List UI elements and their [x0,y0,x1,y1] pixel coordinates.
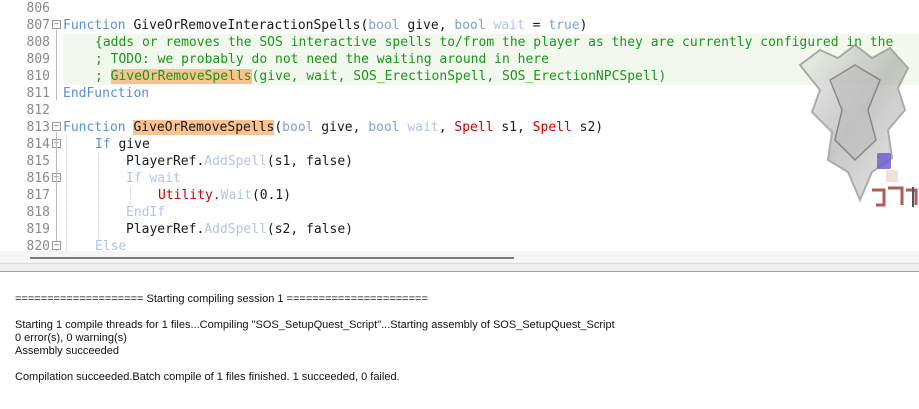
code-line-816: If wait [126,170,181,187]
param: s2 [571,120,596,135]
object: PlayerRef. [126,154,205,169]
line-number: 807 [26,18,50,33]
type: bool [368,120,400,135]
line-number: 813 [26,120,50,135]
operator: = [524,18,549,33]
paren: ) [579,18,588,33]
highlighted-identifier: GiveOrRemoveSpells [110,69,252,84]
line-number: 817 [26,188,50,203]
code-line-815: PlayerRef.AddSpell(s1, false) [126,153,353,170]
code-line-808: {adds or removes the SOS interactive spe… [95,35,894,50]
paren: ) [595,120,604,135]
line-number: 808 [26,35,50,50]
arguments: (0.1) [251,188,292,203]
method: AddSpell [204,154,267,169]
code-line-813: Function GiveOrRemoveSpells(bool give, b… [63,119,603,136]
code-editor[interactable]: 806 807 808 809 810 811 812 813 814 815 … [0,0,919,263]
output-line: Assembly succeeded [15,345,119,357]
horizontal-scrollbar-thumb[interactable] [30,257,514,259]
comment-prefix: ; [95,69,111,84]
method: Wait [220,188,252,203]
type: Spell [454,120,494,135]
keyword: Function [63,18,126,33]
horizontal-scrollbar[interactable] [0,251,919,263]
indent-guide [66,136,68,251]
code-line-809: ; TODO: we probably do not need the wait… [95,52,549,67]
paren: ( [274,120,283,135]
line-number: 815 [26,154,50,169]
code-line-807: Function GiveOrRemoveInteractionSpells(b… [63,17,587,34]
comment-text: (give, wait, SOS_ErectionSpell, SOS_Erec… [251,69,667,84]
line-number: 814 [26,137,50,152]
line-number: 806 [26,1,50,16]
output-line: 0 error(s), 0 warning(s) [15,332,127,344]
line-number: 816 [26,171,50,186]
code-line-817: Utility.Wait(0.1) [158,187,291,204]
fold-toggle-icon[interactable] [52,122,61,131]
method: AddSpell [204,222,267,237]
fold-toggle-icon[interactable] [52,241,61,250]
line-number: 811 [26,86,50,101]
fold-toggle-icon[interactable] [52,20,61,29]
indent-guide [98,153,100,238]
fold-line [56,30,57,100]
expression: wait [141,171,181,186]
comma: , [438,120,455,135]
param: give, [399,18,455,33]
function-name: GiveOrRemoveInteractionSpells [133,18,361,33]
code-line-814: If give [95,136,150,153]
type: Spell [532,120,572,135]
code-line-810: ; GiveOrRemoveSpells(give, wait, SOS_Ere… [95,68,666,85]
object: PlayerRef. [126,222,205,237]
param: wait [399,120,439,135]
output-line: Compilation succeeded.Batch compile of 1… [15,371,400,383]
param: give, [313,120,369,135]
code-line-818: EndIf [126,205,166,220]
highlighted-identifier: GiveOrRemoveSpells [133,120,275,135]
type: bool [454,18,486,33]
line-number-gutter: 806 807 808 809 810 811 812 813 814 815 … [0,0,62,263]
line-number: 812 [26,103,50,118]
line-number: 810 [26,69,50,84]
param: wait [485,18,525,33]
output-line: Starting 1 compile threads for 1 files..… [15,319,615,331]
arguments: (s2, false) [266,222,353,237]
object: Utility. [158,188,221,203]
line-number: 819 [26,222,50,237]
vertical-scrollbar-thumb[interactable] [912,187,914,207]
line-number: 809 [26,52,50,67]
compiler-output-panel: ==================== Starting compiling … [0,271,919,409]
expression: give [110,137,150,152]
param: s1, [493,120,533,135]
line-number: 818 [26,205,50,220]
literal: true [548,18,580,33]
arguments: (s1, false) [266,154,353,169]
code-line-819: PlayerRef.AddSpell(s2, false) [126,221,353,238]
keyword: Function [63,120,126,135]
skyrim-dragon-emblem-icon [798,43,918,207]
indent-guide [130,187,132,204]
keyword: If [126,171,142,186]
type: bool [368,18,400,33]
type: bool [282,120,314,135]
output-line: ==================== Starting compiling … [15,293,428,305]
code-line-811: EndFunction [63,86,150,101]
keyword: If [95,137,111,152]
